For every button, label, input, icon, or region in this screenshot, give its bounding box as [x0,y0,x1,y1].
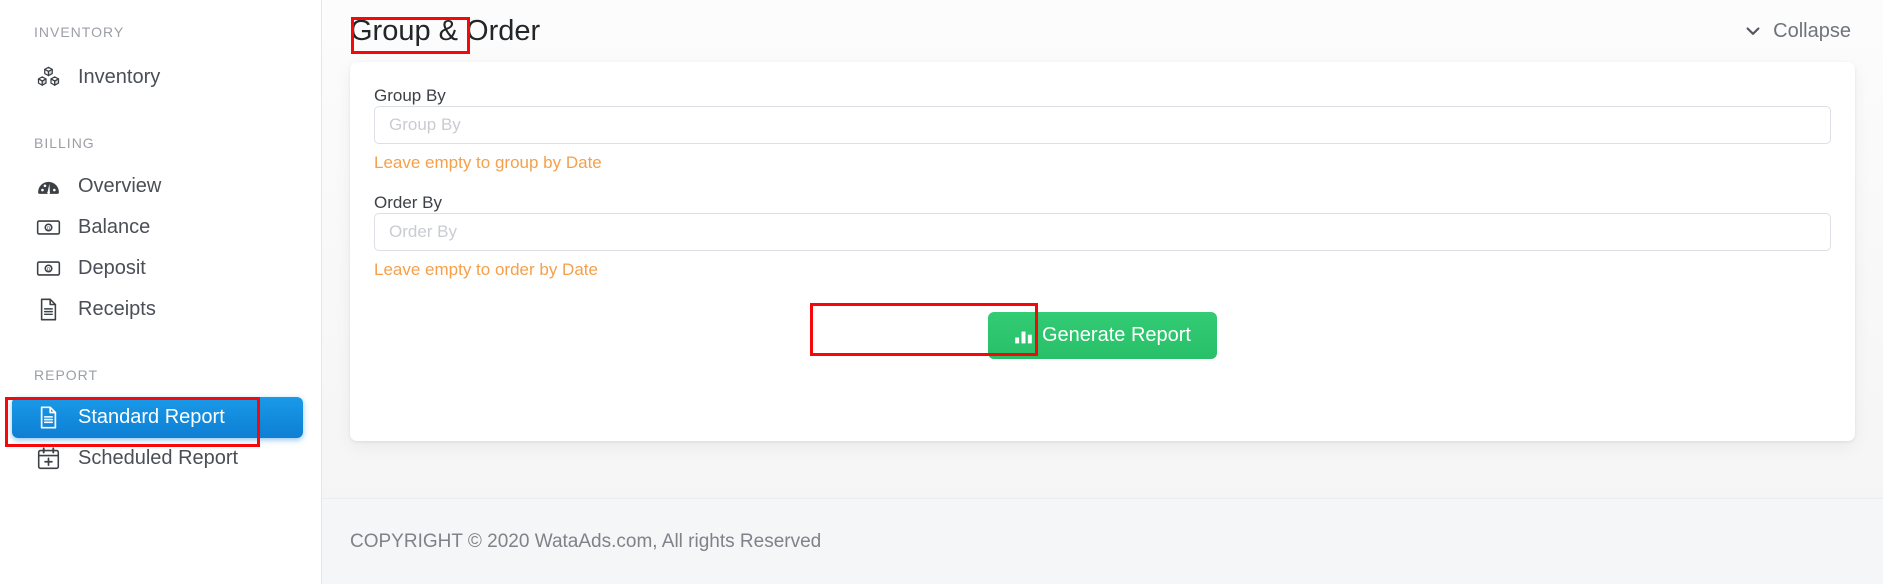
money-bill-icon: 0 [30,256,66,281]
group-by-hint: Leave empty to group by Date [374,153,602,172]
chevron-down-icon [1743,21,1763,41]
footer: COPYRIGHT © 2020 WataAds.com, All rights… [322,498,1883,584]
collapse-toggle[interactable]: Collapse [1743,20,1851,43]
sidebar-item-label: Balance [78,216,151,238]
bar-chart-icon [1014,326,1033,345]
sidebar-item-label: Inventory [78,66,161,88]
order-by-label: Order By [374,193,443,212]
sidebar-item-inventory[interactable]: Inventory [0,57,321,98]
page-title: Group & Order [350,14,541,47]
group-order-card: Group By Leave empty to group by Date Or… [350,62,1855,441]
sidebar-section-label-billing: BILLING [34,135,95,151]
sidebar-item-label: Scheduled Report [78,447,239,469]
sidebar-section-label-report: REPORT [34,367,99,383]
sidebar: INVENTORY Inventory BILLING Overview 0 B… [0,0,322,584]
group-by-label: Group By [374,86,446,105]
copyright-text: COPYRIGHT © 2020 WataAds.com, All rights… [350,530,822,552]
collapse-label: Collapse [1773,19,1851,42]
tachometer-icon [30,174,66,199]
app-root: INVENTORY Inventory BILLING Overview 0 B… [0,0,1883,584]
sidebar-item-balance[interactable]: 0 Balance [0,207,321,248]
calendar-plus-icon [30,446,66,471]
sidebar-item-scheduled-report[interactable]: Scheduled Report [0,438,321,479]
sidebar-item-label: Deposit [78,257,146,279]
money-bill-icon: 0 [30,215,66,240]
svg-text:0: 0 [47,267,50,273]
sidebar-item-label: Overview [78,175,162,197]
sidebar-section-label-inventory: INVENTORY [34,24,125,40]
order-by-input[interactable] [374,213,1831,251]
sidebar-item-receipts[interactable]: Receipts [0,289,321,330]
sidebar-item-label: Receipts [78,298,156,320]
generate-report-button[interactable]: Generate Report [988,312,1217,359]
sidebar-item-label: Standard Report [78,406,225,428]
content-header: Group & Order Collapse [322,0,1883,62]
sidebar-item-standard-report[interactable]: Standard Report [12,397,303,438]
sidebar-item-overview[interactable]: Overview [0,166,321,207]
generate-report-label: Generate Report [1042,324,1191,346]
boxes-icon [30,65,66,90]
group-by-input[interactable] [374,106,1831,144]
sidebar-item-deposit[interactable]: 0 Deposit [0,248,321,289]
main-content: Group & Order Collapse Group By Leave em… [322,0,1883,584]
order-by-hint: Leave empty to order by Date [374,260,598,279]
file-lines-icon [30,405,66,430]
button-row: Generate Report [374,312,1831,359]
svg-text:0: 0 [47,226,50,232]
file-lines-icon [30,297,66,322]
